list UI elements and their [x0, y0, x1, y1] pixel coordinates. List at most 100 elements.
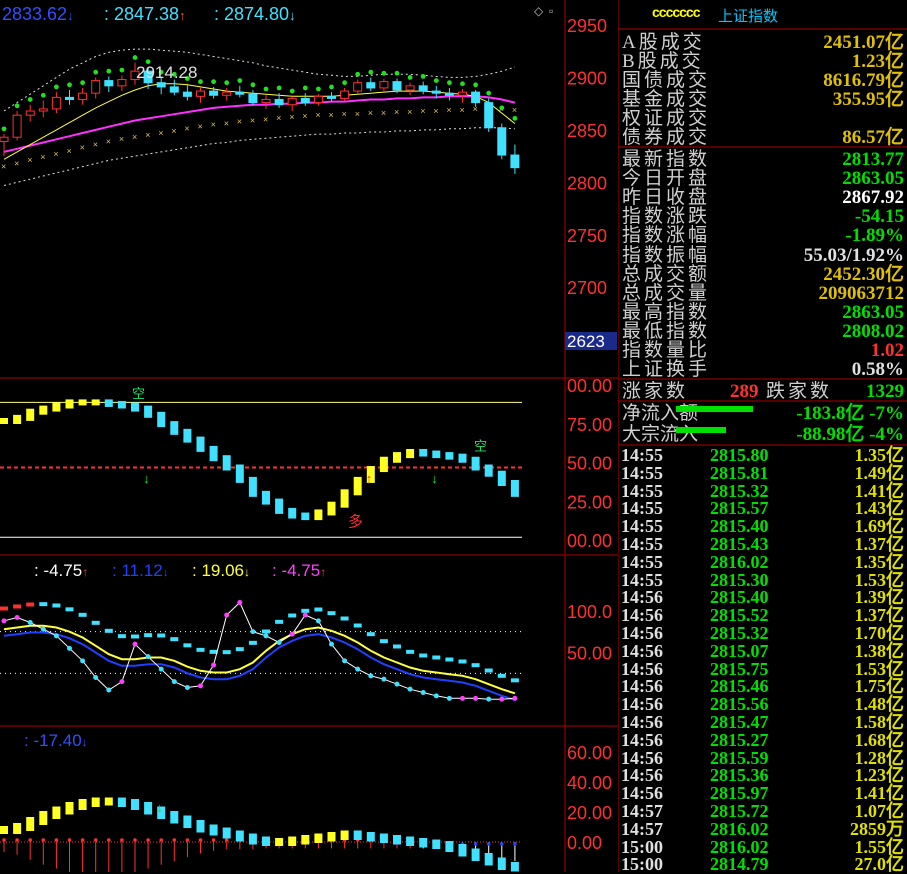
stat-row: 基金成交 355.95亿	[618, 90, 907, 109]
tick-row[interactable]: 14:55 2815.81 1.49亿	[618, 464, 907, 482]
osc3-dot	[120, 838, 124, 842]
tick-volume: 1.48亿	[854, 694, 905, 715]
tick-volume: 1.23亿	[854, 765, 905, 786]
osc3-tick: 0.00	[567, 833, 602, 853]
osc3-bar	[170, 811, 179, 824]
candle-body	[209, 90, 219, 96]
tick-row[interactable]: 14:56 2815.97 1.41亿	[618, 784, 907, 802]
osc1-bar	[26, 408, 35, 421]
osc1-bar	[196, 436, 205, 452]
tick-price: 2815.47	[710, 712, 769, 732]
tick-volume: 1.53亿	[854, 658, 905, 679]
osc3-tick: 60.00	[567, 743, 612, 763]
tick-row[interactable]: 14:56 2815.47 1.58亿	[618, 713, 907, 731]
tick-time: 14:56	[621, 605, 663, 626]
tick-row[interactable]: 14:56 2815.40 1.39亿	[618, 588, 907, 606]
tick-row[interactable]: 14:55 2815.57 1.43亿	[618, 499, 907, 517]
tick-row[interactable]: 14:56 2815.46 1.75亿	[618, 677, 907, 695]
tick-row[interactable]: 14:56 2815.36 1.23亿	[618, 766, 907, 784]
osc2-dash-mark	[0, 606, 8, 611]
tick-row[interactable]: 14:55 2815.43 1.37亿	[618, 535, 907, 553]
legend-ma2: : 2847.38↑	[104, 4, 186, 24]
tick-row[interactable]: 14:57 2815.72 1.07亿	[618, 802, 907, 820]
tick-row[interactable]: 15:00 2814.79 27.0亿	[618, 855, 907, 873]
lower-marker: ×	[198, 122, 203, 132]
osc3-dot	[473, 842, 478, 846]
stat-value: 2452.30亿	[823, 263, 904, 285]
tick-price: 2816.02	[710, 836, 769, 857]
candle-body	[300, 97, 310, 104]
flow-row: 大宗流入 -88.98亿 -4%	[618, 425, 907, 444]
tick-row[interactable]: 14:56 2815.59 1.28亿	[618, 749, 907, 767]
tick-volume: 1.41亿	[854, 480, 905, 501]
osc2-dash-mark	[26, 602, 35, 607]
osc1-bar	[13, 414, 22, 424]
osc3-dot	[133, 838, 137, 842]
tick-row[interactable]: 14:55 2815.80 1.35亿	[618, 446, 907, 464]
band-lower-line	[3, 127, 515, 186]
osc3-bar	[209, 824, 218, 836]
osc3-dot	[107, 838, 111, 842]
osc1-bar	[235, 464, 244, 483]
osc2-point	[237, 600, 243, 605]
osc3-dot	[54, 838, 59, 842]
tick-row[interactable]: 14:56 2815.32 1.70亿	[618, 624, 907, 642]
stat-row: 总成交额 2452.30亿	[618, 265, 907, 284]
flow-bar	[676, 406, 753, 412]
tick-row[interactable]: 14:55 2815.32 1.41亿	[618, 482, 907, 500]
oscillator-2-panel: 100.0 50.00	[0, 600, 612, 702]
trend-dot	[355, 71, 361, 77]
tick-row[interactable]: 14:56 2815.52 1.37亿	[618, 606, 907, 624]
tick-row[interactable]: 15:00 2816.02 1.55亿	[618, 838, 907, 856]
osc1-tick: 00.00	[567, 376, 612, 396]
tick-row[interactable]: 14:55 2815.30 1.53亿	[618, 571, 907, 589]
tick-volume: 1.07亿	[854, 801, 905, 821]
lower-marker: ×	[40, 152, 45, 162]
osc3-legend-a: : -17.40↓	[24, 731, 88, 750]
candle-body	[287, 97, 297, 106]
candle-body	[340, 90, 350, 99]
osc2-dash-mark	[183, 643, 192, 648]
tick-row[interactable]: 14:56 2815.27 1.68亿	[618, 731, 907, 749]
scroll-up-icon[interactable]: ▫	[549, 4, 553, 18]
osc3-arrow: ↓	[156, 800, 163, 815]
stat-label: 指数涨跌	[622, 206, 711, 228]
osc3-bar	[104, 797, 113, 806]
lower-marker: ×	[1, 161, 6, 171]
candle-body	[248, 93, 258, 104]
tick-row[interactable]: 14:55 2816.02 1.35亿	[618, 553, 907, 571]
osc2-point	[329, 641, 334, 647]
osc2-dash-mark	[379, 639, 388, 644]
tick-row[interactable]: 14:56 2815.75 1.53亿	[618, 660, 907, 678]
candle-body	[261, 98, 271, 104]
osc3-bar	[471, 848, 480, 861]
osc2-point	[27, 620, 33, 625]
lower-marker: ×	[263, 114, 268, 124]
stat-label: 今日开盘	[622, 168, 711, 190]
breadth-row: 涨家数 289 跌家数 1329	[618, 382, 907, 401]
stat-row: 权证成交	[618, 109, 907, 128]
stat-label: 国债成交	[622, 70, 711, 91]
tick-row[interactable]: 14:56 2815.56 1.48亿	[618, 695, 907, 713]
tick-row[interactable]: 14:55 2815.40 1.69亿	[618, 517, 907, 535]
osc1-bar	[484, 464, 493, 477]
tick-price: 2815.59	[710, 747, 769, 768]
osc1-bar	[0, 418, 8, 424]
price-tick: 2950	[567, 16, 607, 36]
candle-body	[182, 91, 192, 97]
osc3-bar	[288, 836, 297, 846]
osc3-dot	[15, 838, 19, 842]
candle-body	[274, 98, 284, 106]
osc3-bar	[497, 857, 506, 870]
diamond-icon[interactable]: ◇	[534, 4, 544, 18]
osc3-dot	[41, 838, 46, 842]
osc1-tick: 75.00	[567, 415, 612, 435]
candle-body	[444, 92, 454, 96]
tick-row[interactable]: 14:56 2815.07 1.38亿	[618, 642, 907, 660]
tick-price: 2815.75	[710, 658, 769, 679]
kline-chart[interactable]: 2833.62↓ : 2847.38↑ : 2874.80↓ ◇ ▫ × × × × ×…	[0, 0, 618, 872]
tick-row[interactable]: 14:57 2816.02 2859万	[618, 820, 907, 838]
candle-body	[65, 96, 74, 100]
osc3-bar	[340, 830, 349, 840]
osc1-bar	[170, 421, 179, 435]
